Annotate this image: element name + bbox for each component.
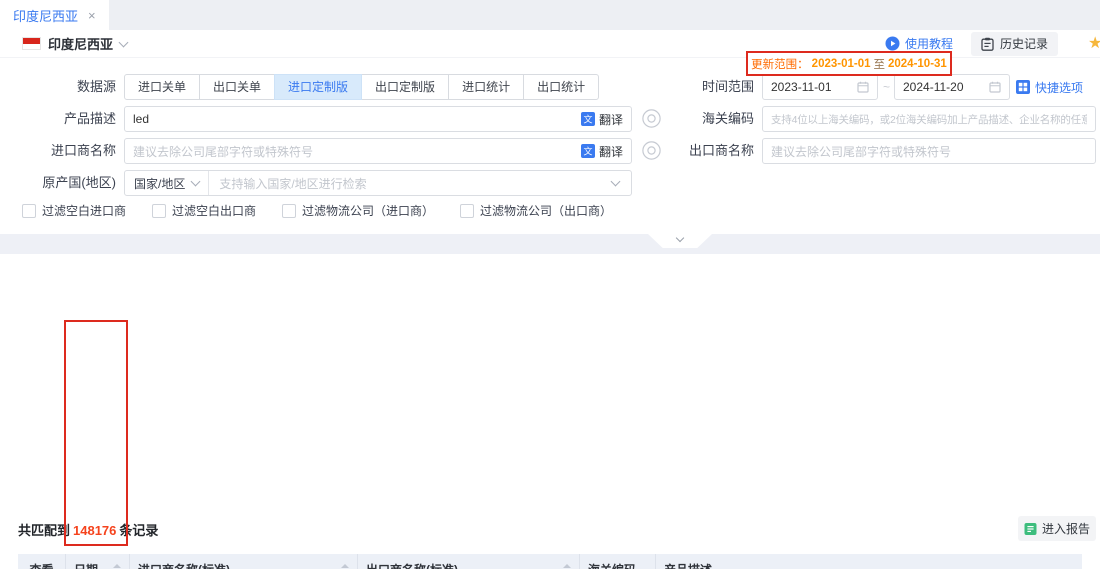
- calendar-icon: [857, 81, 869, 93]
- sort-icon[interactable]: [337, 564, 349, 569]
- tab-indonesia[interactable]: 印度尼西亚 ×: [0, 0, 109, 30]
- tab-export-declaration[interactable]: 出口关单: [199, 74, 275, 100]
- hs-code-placeholder: 支持4位以上海关编码，或2位海关编码加上产品描述、企业名称的任意信息: [771, 112, 1087, 127]
- importer-placeholder: 建议去除公司尾部字符或特殊符号: [133, 143, 313, 160]
- date-range-separator: ~: [883, 74, 890, 100]
- header-exporter[interactable]: 出口商名称(标准): [358, 554, 580, 569]
- time-range-label: 时间范围: [662, 74, 754, 100]
- tab-close-icon[interactable]: ×: [88, 8, 96, 23]
- results-table: 查看 日期 进口商名称(标准) 出口商名称(标准) 海关编码 产品描述 2024…: [18, 554, 1082, 569]
- exporter-name-input[interactable]: 建议去除公司尾部字符或特殊符号: [762, 138, 1096, 164]
- checkbox[interactable]: [22, 204, 36, 218]
- match-count: 148176: [70, 523, 119, 538]
- chevron-down-icon: [191, 177, 201, 187]
- importer-name-input[interactable]: 建议去除公司尾部字符或特殊符号 文 翻译: [124, 138, 632, 164]
- chevron-down-icon: [676, 234, 684, 242]
- form-collapse-band: [0, 234, 1100, 254]
- origin-country-control: 国家/地区 支持输入国家/地区进行检索: [124, 170, 632, 196]
- update-range-end: 2024-10-31: [888, 58, 947, 70]
- header-hs-code: 海关编码: [580, 554, 656, 569]
- header-date[interactable]: 日期: [66, 554, 130, 569]
- tab-export-custom[interactable]: 出口定制版: [361, 74, 449, 100]
- tab-bar: 印度尼西亚 ×: [0, 0, 1100, 30]
- hs-code-label: 海关编码: [662, 106, 754, 132]
- table-header: 查看 日期 进口商名称(标准) 出口商名称(标准) 海关编码 产品描述: [18, 554, 1082, 569]
- translate-button[interactable]: 文 翻译: [581, 143, 623, 160]
- sort-icon[interactable]: [109, 564, 121, 569]
- header-view: 查看: [18, 554, 66, 569]
- checkbox[interactable]: [282, 204, 296, 218]
- update-range-annotation: 更新范围： 2023-01-01 至 2024-10-31: [746, 51, 952, 76]
- tab-import-stats[interactable]: 进口统计: [448, 74, 524, 100]
- exporter-placeholder: 建议去除公司尾部字符或特殊符号: [771, 143, 951, 160]
- tab-import-custom[interactable]: 进口定制版: [274, 74, 362, 100]
- match-mode-icon[interactable]: [642, 109, 661, 128]
- checkbox-filter-logistics-exporter[interactable]: 过滤物流公司（出口商）: [460, 202, 612, 219]
- indonesia-flag-icon: [22, 37, 41, 50]
- data-source-tabs: 进口关单 出口关单 进口定制版 出口定制版 进口统计 出口统计: [124, 74, 599, 100]
- history-button[interactable]: 历史记录: [971, 32, 1058, 56]
- favorite-star-icon[interactable]: ★: [1088, 36, 1100, 52]
- product-desc-value: led: [133, 112, 149, 126]
- report-icon: [1024, 522, 1037, 536]
- header-importer[interactable]: 进口商名称(标准): [130, 554, 358, 569]
- checkbox-filter-blank-exporter[interactable]: 过滤空白出口商: [152, 202, 256, 219]
- country-name: 印度尼西亚: [48, 34, 113, 53]
- header-product-desc: 产品描述: [656, 554, 1082, 569]
- results-count: 共匹配到148176条记录: [18, 520, 158, 539]
- update-range-start: 2023-01-01: [812, 58, 871, 70]
- quick-options-button[interactable]: 快捷选项: [1016, 74, 1083, 100]
- svg-text:文: 文: [583, 114, 592, 125]
- match-mode-icon[interactable]: [642, 141, 661, 160]
- tab-export-stats[interactable]: 出口统计: [523, 74, 599, 100]
- filter-checkboxes: 过滤空白进口商 过滤空白出口商 过滤物流公司（进口商） 过滤物流公司（出口商）: [22, 202, 612, 219]
- tab-import-declaration[interactable]: 进口关单: [124, 74, 200, 100]
- origin-country-label: 原产国(地区): [20, 170, 116, 196]
- product-desc-label: 产品描述: [20, 106, 116, 132]
- tutorial-icon: [885, 36, 900, 51]
- app-screen: 印度尼西亚 × 印度尼西亚 使用教程 历史记录 ★ 更新范围： 2023-01-…: [0, 0, 1100, 569]
- hs-code-input[interactable]: 支持4位以上海关编码，或2位海关编码加上产品描述、企业名称的任意信息: [762, 106, 1096, 132]
- update-range-to: 至: [874, 56, 886, 72]
- calendar-icon: [989, 81, 1001, 93]
- svg-text:文: 文: [583, 146, 592, 157]
- translate-button[interactable]: 文 翻译: [581, 111, 623, 128]
- enter-report-button[interactable]: 进入报告: [1018, 516, 1096, 541]
- origin-country-placeholder: 支持输入国家/地区进行检索: [209, 175, 366, 192]
- exporter-name-label: 出口商名称: [662, 138, 754, 164]
- data-source-label: 数据源: [20, 74, 116, 100]
- product-desc-input[interactable]: led 文 翻译: [124, 106, 632, 132]
- checkbox[interactable]: [152, 204, 166, 218]
- sort-icon[interactable]: [559, 564, 571, 569]
- results-panel: 共匹配到148176条记录 进入报告 查看 日期 进口商名称(标准) 出口商名称…: [0, 254, 1100, 569]
- translate-icon: 文: [581, 144, 595, 158]
- start-date-input[interactable]: 2023-11-01: [762, 74, 878, 100]
- tab-title: 印度尼西亚: [13, 6, 78, 25]
- history-icon: [981, 37, 994, 51]
- quick-options-icon: [1016, 80, 1030, 94]
- chevron-down-icon[interactable]: [611, 177, 621, 187]
- tutorial-button[interactable]: 使用教程: [885, 35, 953, 52]
- checkbox-filter-logistics-importer[interactable]: 过滤物流公司（进口商）: [282, 202, 434, 219]
- update-range-label: 更新范围：: [751, 56, 809, 72]
- chevron-down-icon[interactable]: [119, 37, 129, 47]
- checkbox[interactable]: [460, 204, 474, 218]
- checkbox-filter-blank-importer[interactable]: 过滤空白进口商: [22, 202, 126, 219]
- translate-icon: 文: [581, 112, 595, 126]
- origin-country-select[interactable]: 国家/地区: [125, 171, 209, 195]
- importer-name-label: 进口商名称: [20, 138, 116, 164]
- end-date-input[interactable]: 2024-11-20: [894, 74, 1010, 100]
